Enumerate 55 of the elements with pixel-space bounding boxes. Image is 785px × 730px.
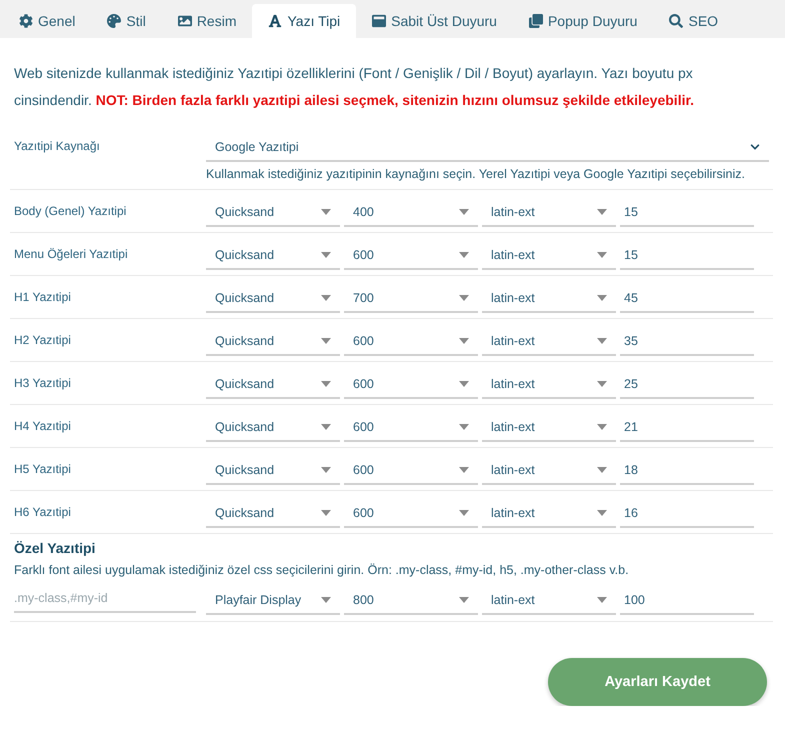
caret-icon xyxy=(321,381,331,387)
caret-icon xyxy=(597,510,607,516)
caret-icon xyxy=(597,209,607,215)
field-label: H4 Yazıtipi xyxy=(13,418,72,434)
caret-icon xyxy=(597,338,607,344)
caret-icon xyxy=(459,510,469,516)
field-label: Menu Öğeleri Yazıtipi xyxy=(13,246,129,262)
chevron-down-icon xyxy=(750,142,760,152)
field-label: H3 Yazıtipi xyxy=(13,375,72,391)
tab[interactable]: Resim xyxy=(162,4,252,38)
section-title: Özel Yazıtipi xyxy=(14,540,96,556)
caret-icon xyxy=(459,424,469,430)
caret-icon xyxy=(321,209,331,215)
caret-icon xyxy=(321,252,331,258)
help-text: Kullanmak istediğiniz yazıtipinin kaynağını seçin. Yerel Yazıtipi veya Google Yazıtipi seçebilirsiniz. xyxy=(206,166,746,183)
caret-icon xyxy=(597,381,607,387)
search-icon xyxy=(669,14,684,28)
tab[interactable]: SEO xyxy=(653,4,734,38)
field-label: H2 Yazıtipi xyxy=(13,332,72,348)
field-label: Yazıtipi Kaynağı xyxy=(13,138,101,154)
caret-icon xyxy=(459,597,469,603)
section-description: Farklı font ailesi uygulamak istediğiniz özel css seçicilerini girin. Örn: .my-class, #my-id, h5, .my-other-class v.b. xyxy=(14,562,630,579)
caret-icon xyxy=(321,597,331,603)
window-icon xyxy=(372,14,386,28)
tab[interactable]: Genel xyxy=(3,4,92,38)
letter-a-icon xyxy=(268,14,282,28)
gear-icon xyxy=(19,14,33,28)
caret-icon xyxy=(459,252,469,258)
caret-icon xyxy=(459,467,469,473)
palette-icon xyxy=(107,14,122,28)
field-label: H6 Yazıtipi xyxy=(13,504,72,520)
caret-icon xyxy=(321,338,331,344)
caret-icon xyxy=(597,252,607,258)
tab[interactable]: Sabit Üst Duyuru xyxy=(356,4,513,38)
caret-icon xyxy=(597,424,607,430)
caret-icon xyxy=(321,424,331,430)
stacked-windows-icon xyxy=(528,14,543,28)
caret-icon xyxy=(459,338,469,344)
field-label: Body (Genel) Yazıtipi xyxy=(13,203,128,219)
tab[interactable]: Popup Duyuru xyxy=(512,4,654,38)
field-label: H5 Yazıtipi xyxy=(13,461,72,477)
caret-icon xyxy=(459,295,469,301)
caret-icon xyxy=(597,295,607,301)
intro-text: Web sitenizde kullanmak istediğiniz Yazıtipi özelliklerini (Font / Genişlik / Dil / Boyut) ayarlayın. Yazı boyutu px cinsindendir. NOT: Birden fazla farklı yazıtipi ailesi seçmek, sitenizin hızını olumsuz şekilde etkileyebilir. xyxy=(14,64,696,110)
caret-icon xyxy=(459,209,469,215)
image-icon xyxy=(178,14,192,28)
caret-icon xyxy=(597,597,607,603)
caret-icon xyxy=(597,467,607,473)
caret-icon xyxy=(321,510,331,516)
tab[interactable]: Stil xyxy=(91,4,162,38)
tab[interactable]: Yazı Tipi xyxy=(252,4,356,38)
field-label: H1 Yazıtipi xyxy=(13,289,72,305)
caret-icon xyxy=(321,467,331,473)
caret-icon xyxy=(321,295,331,301)
caret-icon xyxy=(459,381,469,387)
